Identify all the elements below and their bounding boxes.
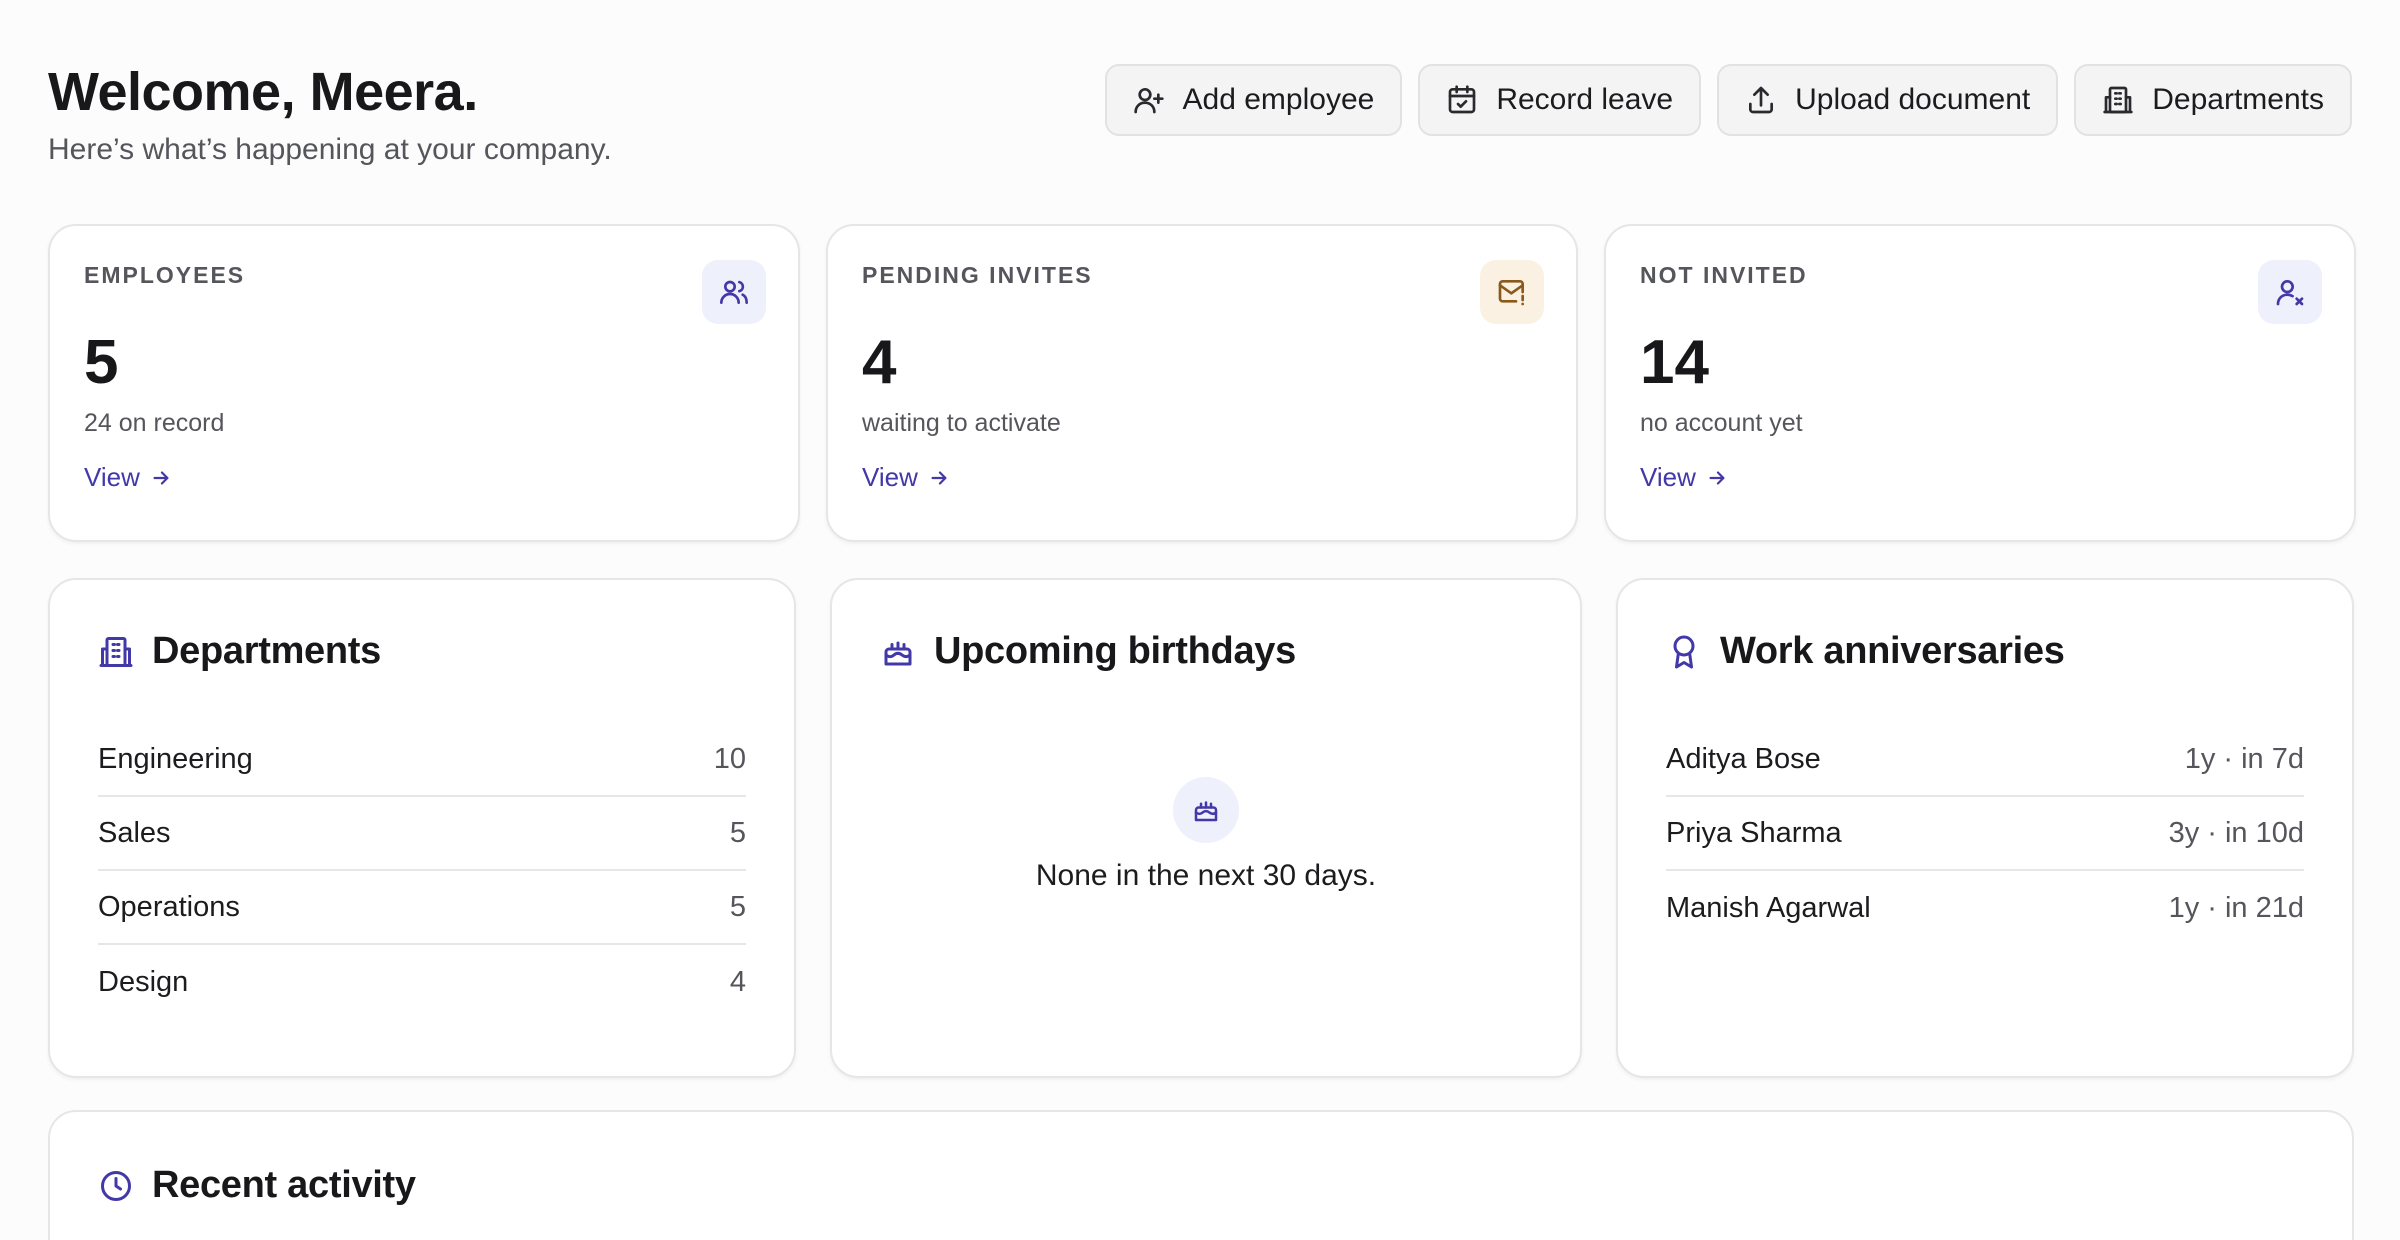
department-count: 10 xyxy=(713,742,746,775)
empty-state: None in the next 30 days. xyxy=(880,777,1532,893)
employee-name: Priya Sharma xyxy=(1666,816,1842,849)
cake-icon xyxy=(884,641,912,665)
view-link-label: View xyxy=(1640,462,1696,493)
page-subtitle: Here’s what’s happening at your company. xyxy=(48,132,612,166)
record-leave-button[interactable]: Record leave xyxy=(1418,64,1702,136)
panel-title: Upcoming birthdays xyxy=(934,630,1296,672)
list-item[interactable]: Sales 5 xyxy=(98,797,746,871)
employee-name: Aditya Bose xyxy=(1666,742,1821,775)
page-header: Welcome, Meera. Here’s what’s happening … xyxy=(48,60,612,167)
clock-icon xyxy=(101,1170,131,1201)
recent-activity-panel: Recent activity xyxy=(48,1110,2354,1240)
user-plus-icon xyxy=(1133,88,1164,114)
quick-actions: Add employee Record leave Upload documen… xyxy=(1104,64,2352,136)
stat-card-pending-invites: PENDING INVITES 4 waiting to activate Vi… xyxy=(826,224,1578,542)
anniversary-detail: 1y · in 21d xyxy=(2168,891,2304,924)
stat-value: 4 xyxy=(862,328,897,397)
building-icon xyxy=(99,636,133,667)
department-count: 4 xyxy=(729,965,746,998)
arrow-right-icon xyxy=(153,471,169,485)
stat-subtext: waiting to activate xyxy=(862,409,1061,438)
list-item[interactable]: Priya Sharma 3y · in 10d xyxy=(1666,797,2304,871)
department-name: Engineering xyxy=(98,742,253,775)
arrow-right-icon xyxy=(931,471,947,485)
view-link-label: View xyxy=(862,462,918,493)
stat-label: PENDING INVITES xyxy=(862,262,1093,288)
department-name: Sales xyxy=(98,816,171,849)
add-employee-button[interactable]: Add employee xyxy=(1104,64,1403,136)
birthdays-panel: Upcoming birthdays None in the next 30 d… xyxy=(830,578,1582,1078)
panel-title: Recent activity xyxy=(152,1164,416,1206)
arrow-right-icon xyxy=(1709,471,1725,485)
list-item[interactable]: Aditya Bose 1y · in 7d xyxy=(1666,723,2304,797)
upload-document-label: Upload document xyxy=(1795,83,2031,116)
list-item[interactable]: Operations 5 xyxy=(98,871,746,945)
anniversaries-panel: Work anniversaries Aditya Bose 1y · in 7… xyxy=(1616,578,2354,1078)
anniversary-detail: 3y · in 10d xyxy=(2168,816,2304,849)
view-not-invited-link[interactable]: View xyxy=(1640,462,1728,493)
stat-value: 14 xyxy=(1640,328,1709,397)
view-employees-link[interactable]: View xyxy=(84,462,172,493)
departments-list: Engineering 10 Sales 5 Operations 5 Desi… xyxy=(98,723,746,1019)
anniversaries-list: Aditya Bose 1y · in 7d Priya Sharma 3y ·… xyxy=(1666,723,2304,945)
stat-card-not-invited: NOT INVITED 14 no account yet View xyxy=(1604,224,2356,542)
panel-title: Work anniversaries xyxy=(1720,630,2065,672)
upload-document-button[interactable]: Upload document xyxy=(1717,64,2059,136)
employee-name: Manish Agarwal xyxy=(1666,891,1871,924)
list-item[interactable]: Manish Agarwal 1y · in 21d xyxy=(1666,871,2304,945)
award-icon xyxy=(1673,635,1695,668)
building-icon xyxy=(2103,86,2133,114)
view-pending-invites-link[interactable]: View xyxy=(862,462,950,493)
department-name: Operations xyxy=(98,890,240,923)
stat-value: 5 xyxy=(84,328,119,397)
list-item[interactable]: Design 4 xyxy=(98,945,746,1019)
stat-card-employees: EMPLOYEES 5 24 on record View xyxy=(48,224,800,542)
list-item[interactable]: Engineering 10 xyxy=(98,723,746,797)
calendar-check-icon xyxy=(1448,85,1476,114)
upload-icon xyxy=(1749,86,1774,114)
mail-alert-icon xyxy=(1480,260,1544,324)
anniversary-detail: 1y · in 7d xyxy=(2184,742,2304,775)
department-count: 5 xyxy=(729,816,746,849)
stat-subtext: no account yet xyxy=(1640,409,1803,438)
view-link-label: View xyxy=(84,462,140,493)
user-x-icon xyxy=(2258,260,2322,324)
empty-state-text: None in the next 30 days. xyxy=(1035,859,1377,892)
users-icon xyxy=(702,260,766,324)
departments-button[interactable]: Departments xyxy=(2074,64,2352,136)
department-name: Design xyxy=(98,965,189,998)
departments-panel: Departments Engineering 10 Sales 5 Opera… xyxy=(48,578,796,1078)
stat-label: NOT INVITED xyxy=(1640,262,1808,288)
record-leave-label: Record leave xyxy=(1496,83,1674,116)
dashboard-page: Welcome, Meera. Here’s what’s happening … xyxy=(0,0,2400,1240)
page-title: Welcome, Meera. xyxy=(48,62,478,122)
add-employee-label: Add employee xyxy=(1182,83,1375,116)
department-count: 5 xyxy=(729,890,746,923)
stat-label: EMPLOYEES xyxy=(84,262,246,288)
cake-icon xyxy=(1173,777,1239,843)
panel-title: Departments xyxy=(152,630,381,672)
stat-subtext: 24 on record xyxy=(84,409,225,438)
departments-button-label: Departments xyxy=(2152,83,2324,116)
